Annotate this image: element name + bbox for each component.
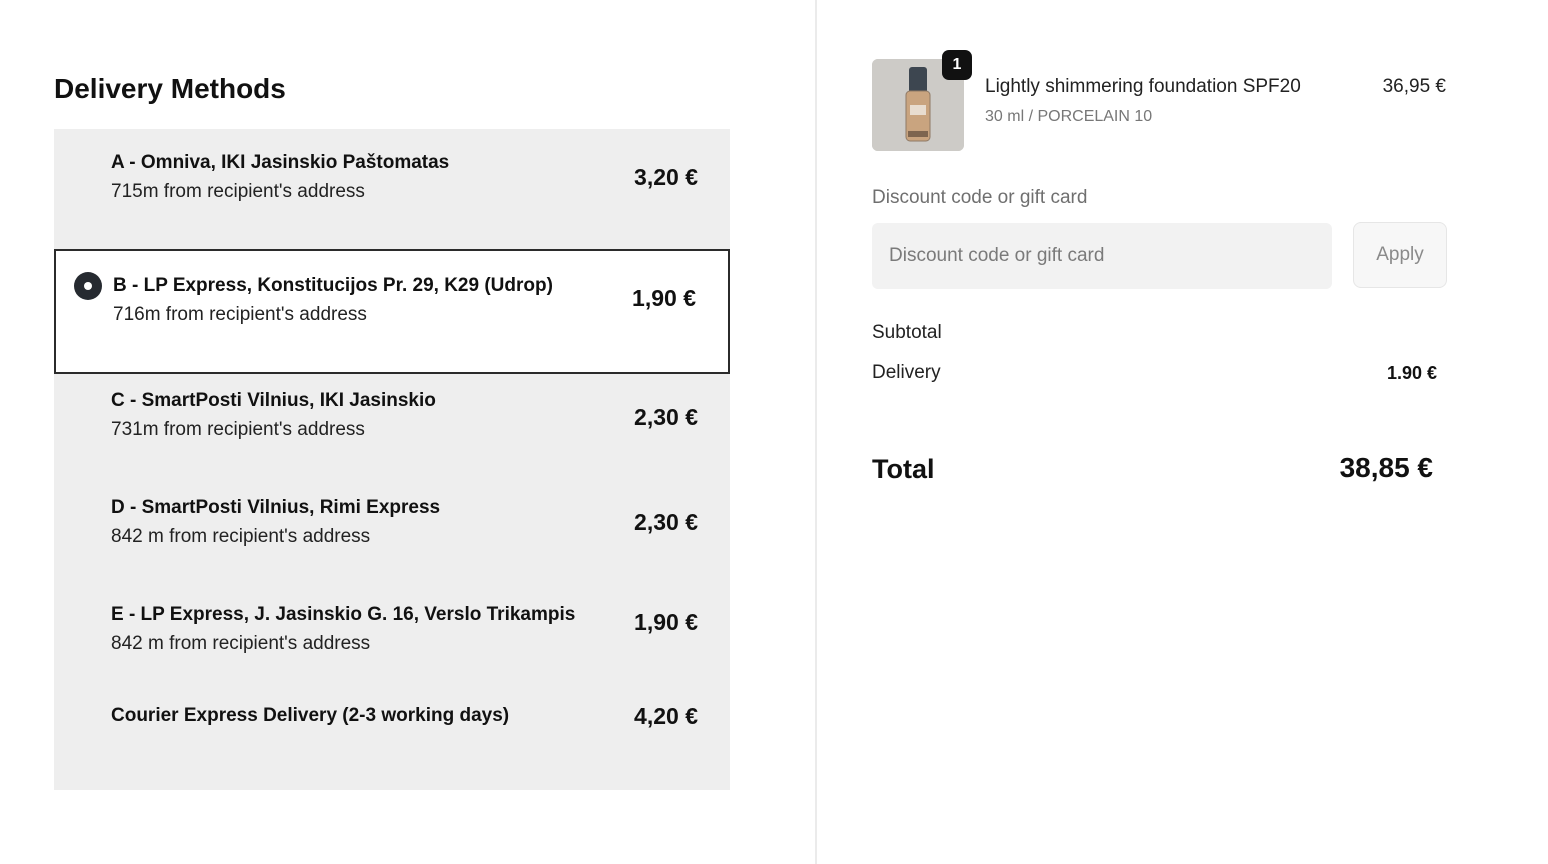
discount-label: Discount code or gift card	[872, 187, 1088, 208]
delivery-option-name: A - Omniva, IKI Jasinskio Paštomatas	[111, 152, 450, 173]
radio-selected-icon[interactable]	[74, 272, 102, 300]
apply-discount-button[interactable]: Apply	[1353, 222, 1447, 288]
product-variant: 30 ml / PORCELAIN 10	[985, 108, 1153, 125]
delivery-option-name: Courier Express Delivery (2-3 working da…	[111, 705, 510, 726]
delivery-option-distance: 842 m from recipient's address	[111, 526, 371, 547]
delivery-option-b[interactable]: B - LP Express, Konstitucijos Pr. 29, K2…	[54, 249, 730, 374]
delivery-option-c[interactable]: C - SmartPosti Vilnius, IKI Jasinskio 73…	[54, 374, 730, 479]
total-value: 38,85 €	[1339, 452, 1433, 483]
delivery-option-name: D - SmartPosti Vilnius, Rimi Express	[111, 497, 441, 518]
discount-code-input[interactable]	[872, 223, 1332, 289]
delivery-option-price: 4,20 €	[634, 703, 698, 729]
product-name: Lightly shimmering foundation SPF20	[985, 76, 1301, 97]
subtotal-label: Subtotal	[872, 322, 942, 343]
delivery-option-a[interactable]: A - Omniva, IKI Jasinskio Paštomatas 715…	[54, 129, 730, 249]
delivery-option-price: 1,90 €	[634, 609, 698, 635]
product-price: 36,95 €	[1382, 76, 1446, 97]
delivery-option-distance: 842 m from recipient's address	[111, 633, 371, 654]
delivery-option-price: 2,30 €	[634, 404, 698, 430]
delivery-option-name: B - LP Express, Konstitucijos Pr. 29, K2…	[113, 275, 553, 296]
total-label: Total	[872, 454, 935, 484]
delivery-option-distance: 716m from recipient's address	[113, 304, 367, 325]
delivery-option-name: C - SmartPosti Vilnius, IKI Jasinskio	[111, 390, 436, 411]
delivery-option-e[interactable]: E - LP Express, J. Jasinskio G. 16, Vers…	[54, 587, 730, 689]
delivery-option-price: 3,20 €	[634, 164, 698, 190]
order-summary-panel: 1 Lightly shimmering foundation SPF20 30…	[817, 0, 1548, 864]
delivery-options-list: A - Omniva, IKI Jasinskio Paštomatas 715…	[54, 129, 730, 790]
delivery-panel: Delivery Methods A - Omniva, IKI Jasinsk…	[0, 0, 815, 864]
quantity-badge: 1	[942, 50, 972, 80]
delivery-option-price: 1,90 €	[632, 285, 696, 311]
delivery-option-price: 2,30 €	[634, 509, 698, 535]
delivery-option-distance: 715m from recipient's address	[111, 181, 365, 202]
delivery-option-name: E - LP Express, J. Jasinskio G. 16, Vers…	[111, 604, 576, 625]
delivery-methods-title: Delivery Methods	[54, 73, 286, 104]
delivery-cost: 1.90 €	[1386, 363, 1437, 383]
delivery-option-d[interactable]: D - SmartPosti Vilnius, Rimi Express 842…	[54, 479, 730, 587]
delivery-option-distance: 731m from recipient's address	[111, 419, 365, 440]
delivery-label: Delivery	[872, 362, 941, 383]
delivery-option-courier[interactable]: Courier Express Delivery (2-3 working da…	[54, 689, 730, 790]
